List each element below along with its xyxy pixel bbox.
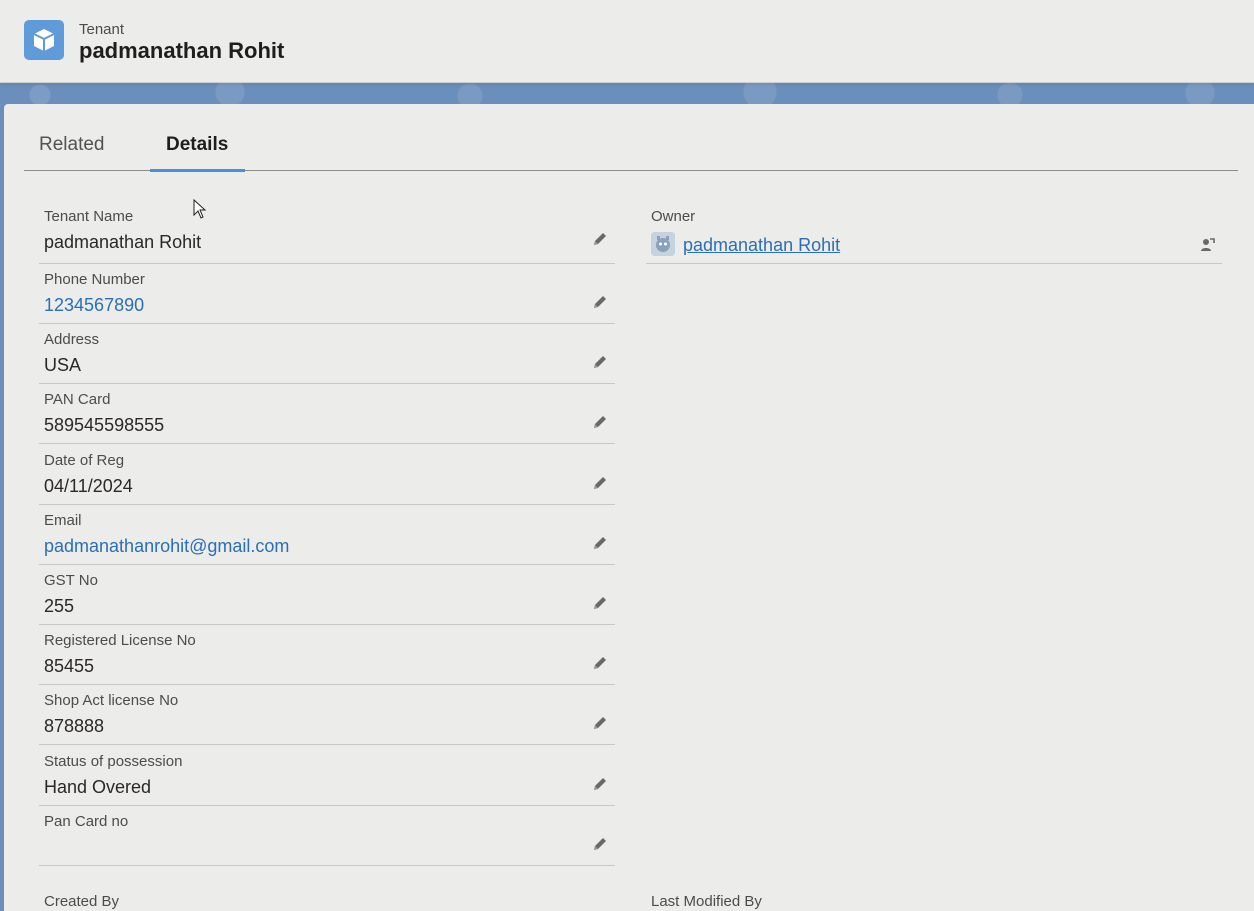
field-row: Registered License No 85455 (39, 624, 615, 685)
pencil-icon[interactable] (591, 230, 609, 248)
field-label: Owner (651, 208, 696, 225)
field-value: Hand Overed (44, 777, 152, 797)
record-header: Tenant padmanathan Rohit (0, 0, 1254, 83)
field-label: Tenant Name (44, 208, 134, 225)
created-by-label: Created By (44, 893, 120, 910)
pencil-icon[interactable] (591, 474, 609, 492)
pencil-icon[interactable] (591, 353, 609, 371)
field-label: Date of Reg (44, 452, 125, 469)
field-row: Email padmanathanrohit@gmail.com (39, 504, 615, 565)
pencil-icon[interactable] (591, 775, 609, 793)
field-row: Tenant Name padmanathan Rohit (39, 200, 615, 264)
object-type-label: Tenant (79, 21, 125, 38)
field-label: Pan Card no (44, 813, 129, 830)
field-row: Phone Number 1234567890 (39, 263, 615, 324)
field-row: Pan Card no (39, 805, 615, 866)
field-value[interactable]: 1234567890 (44, 295, 144, 316)
field-row: Address USA (39, 323, 615, 384)
field-label: Address (44, 331, 100, 348)
field-row: Status of possession Hand Overed (39, 745, 615, 806)
field-value: USA (44, 355, 82, 375)
pencil-icon[interactable] (591, 534, 609, 552)
field-value: 255 (44, 596, 75, 616)
field-label: Phone Number (44, 271, 145, 288)
field-label: Email (44, 512, 82, 529)
mouse-cursor-icon (193, 198, 207, 219)
change-owner-icon[interactable] (1198, 236, 1216, 254)
field-label: GST No (44, 572, 98, 589)
field-owner: Owner padmanathan Rohit (646, 200, 1222, 264)
owner-name-link[interactable]: padmanathan Rohit (683, 235, 840, 256)
pencil-icon[interactable] (591, 714, 609, 732)
last-modified-by-label: Last Modified By (651, 893, 762, 910)
pencil-icon[interactable] (591, 594, 609, 612)
field-row: PAN Card 589545598555 (39, 383, 615, 444)
field-value: padmanathan Rohit (44, 232, 202, 252)
field-label: Status of possession (44, 753, 183, 770)
tab-bar: Related Details (24, 120, 1238, 172)
active-tab-indicator (150, 169, 245, 172)
tab-related[interactable]: Related (39, 134, 105, 156)
cube-icon (24, 20, 64, 60)
tab-details[interactable]: Details (166, 134, 228, 156)
field-row: GST No 255 (39, 564, 615, 625)
field-label: PAN Card (44, 391, 111, 408)
field-value: 04/11/2024 (44, 476, 133, 496)
pencil-icon[interactable] (591, 654, 609, 672)
pencil-icon[interactable] (591, 293, 609, 311)
field-value: 85455 (44, 656, 95, 676)
field-row: Date of Reg 04/11/2024 (39, 444, 615, 505)
field-row: Shop Act license No 878888 (39, 684, 615, 745)
field-label: Registered License No (44, 632, 196, 649)
pencil-icon[interactable] (591, 413, 609, 431)
field-value: 878888 (44, 716, 105, 736)
field-value: 589545598555 (44, 415, 165, 435)
pencil-icon[interactable] (591, 835, 609, 853)
field-value[interactable]: padmanathanrohit@gmail.com (44, 536, 289, 557)
user-avatar-icon (651, 232, 675, 256)
record-title: padmanathan Rohit (79, 38, 285, 63)
field-label: Shop Act license No (44, 692, 179, 709)
